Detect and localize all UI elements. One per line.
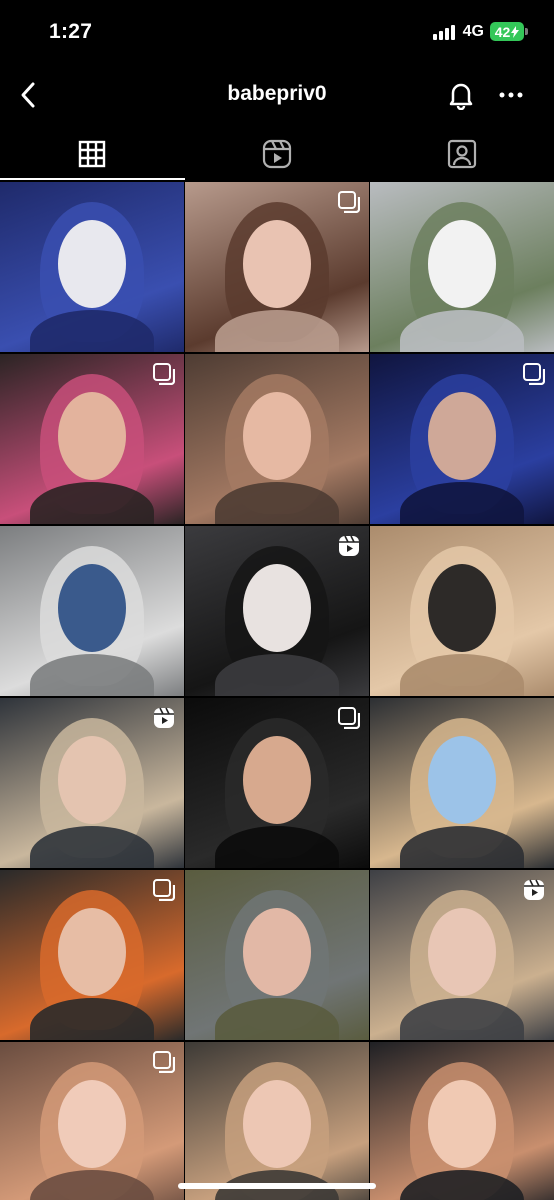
post-thumbnail[interactable] [0,526,184,696]
photo-subject-face [58,736,126,824]
post-thumbnail[interactable] [0,182,184,352]
post-thumbnail[interactable] [185,1042,369,1200]
notifications-button[interactable] [444,78,478,112]
carousel-icon [153,879,176,902]
photo-subject-face [428,392,496,480]
battery-icon: 42 [490,22,524,41]
post-thumbnail[interactable] [0,1042,184,1200]
post-thumbnail[interactable] [185,870,369,1040]
status-indicators: 4G 42 [432,22,528,41]
carousel-icon [153,1051,176,1074]
home-indicator[interactable] [178,1183,376,1189]
photo-subject-face [428,736,496,824]
post-thumbnail[interactable] [0,354,184,524]
post-thumbnail[interactable] [185,698,369,868]
status-bar: 1:27 4G 42 [0,0,554,62]
photo-subject-face [428,908,496,996]
clock: 1:27 [49,20,93,43]
network-type: 4G [462,22,484,40]
battery-level: 42 [494,23,511,40]
post-thumbnail[interactable] [0,698,184,868]
photo-subject-face [58,564,126,652]
tab-reels[interactable] [185,128,370,180]
photo-subject-face [243,392,311,480]
photo-subject-face [243,564,311,652]
reel-icon [153,707,175,729]
photo-subject-face [58,908,126,996]
tagged-icon [447,139,476,169]
post-thumbnail[interactable] [370,182,554,352]
more-options-button[interactable] [494,78,528,112]
photo-subject-face [243,1080,311,1168]
post-thumbnail[interactable] [370,354,554,524]
photo-subject-face [428,564,496,652]
post-thumbnail[interactable] [185,354,369,524]
post-thumbnail[interactable] [185,182,369,352]
posts-grid [0,182,554,1200]
post-thumbnail[interactable] [370,870,554,1040]
carousel-icon [338,707,361,730]
carousel-icon [338,191,361,214]
tab-posts-grid[interactable] [0,128,185,180]
photo-subject-face [428,220,496,308]
photo-subject-face [428,1080,496,1168]
photo-subject-face [58,1080,126,1168]
photo-subject-face [58,220,126,308]
reel-icon [338,535,360,557]
profile-header: babepriv0 [0,70,554,120]
photo-subject-face [58,392,126,480]
more-horizontal-icon [499,92,523,98]
reel-icon [523,879,545,901]
tab-tagged[interactable] [369,128,554,180]
carousel-icon [523,363,546,386]
photo-subject-face [243,736,311,824]
bell-icon [449,83,473,110]
post-thumbnail[interactable] [0,870,184,1040]
grid-icon [79,140,106,168]
signal-icon [432,24,455,40]
photo-subject-face [243,220,311,308]
reels-icon [262,139,292,169]
photo-subject-face [243,908,311,996]
post-thumbnail[interactable] [370,698,554,868]
post-thumbnail[interactable] [370,1042,554,1200]
post-thumbnail[interactable] [370,526,554,696]
carousel-icon [153,363,176,386]
post-thumbnail[interactable] [185,526,369,696]
profile-tabs [0,128,554,180]
